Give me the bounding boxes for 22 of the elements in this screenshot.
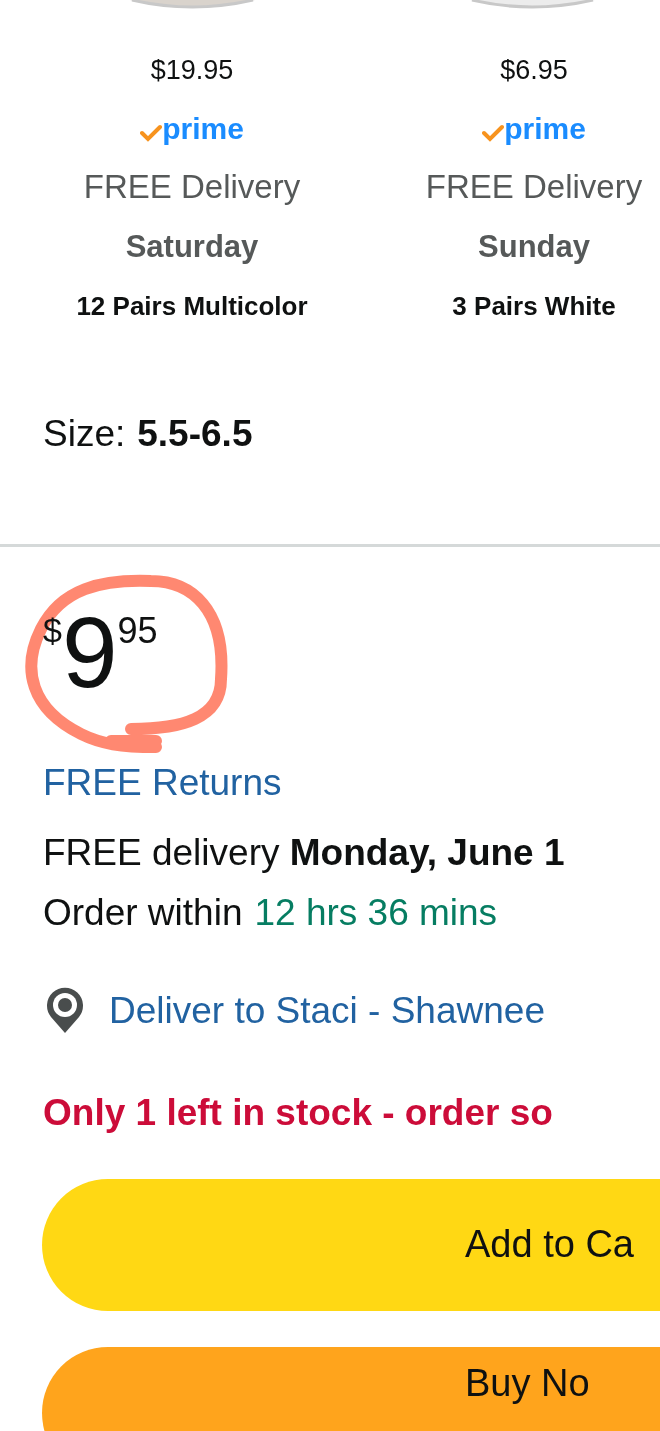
size-label: Size: — [43, 412, 126, 456]
variant-name: 12 Pairs Multicolor — [76, 290, 308, 323]
countdown-time: 12 hrs 36 mins — [254, 890, 498, 935]
delivery-text: FREE Delivery — [83, 167, 301, 207]
check-icon — [140, 124, 163, 142]
prime-logo: prime — [162, 114, 244, 144]
delivery-text: FREE Delivery — [425, 167, 643, 207]
prime-logo: prime — [504, 114, 586, 144]
size-value: 5.5-6.5 — [137, 412, 253, 456]
delivery-day: Saturday — [125, 224, 259, 270]
returns-link[interactable]: FREE Returns — [43, 756, 660, 809]
check-icon — [482, 124, 505, 142]
option-price: $19.95 — [150, 54, 234, 87]
order-within-label: Order within — [43, 890, 243, 935]
deliver-to-link[interactable]: Deliver to Staci - Shawnee — [109, 984, 545, 1037]
variant-name: 3 Pairs White — [452, 290, 616, 323]
delivery-date: FREE delivery Monday, June 1 — [43, 830, 566, 875]
stock-warning: Only 1 left in stock - order so — [43, 1090, 554, 1135]
delivery-day: Sunday — [478, 224, 590, 270]
add-to-cart-button[interactable]: Add to Ca — [42, 1178, 660, 1311]
option-price: $6.95 — [500, 54, 568, 87]
buy-now-button[interactable]: Buy No — [42, 1346, 660, 1431]
